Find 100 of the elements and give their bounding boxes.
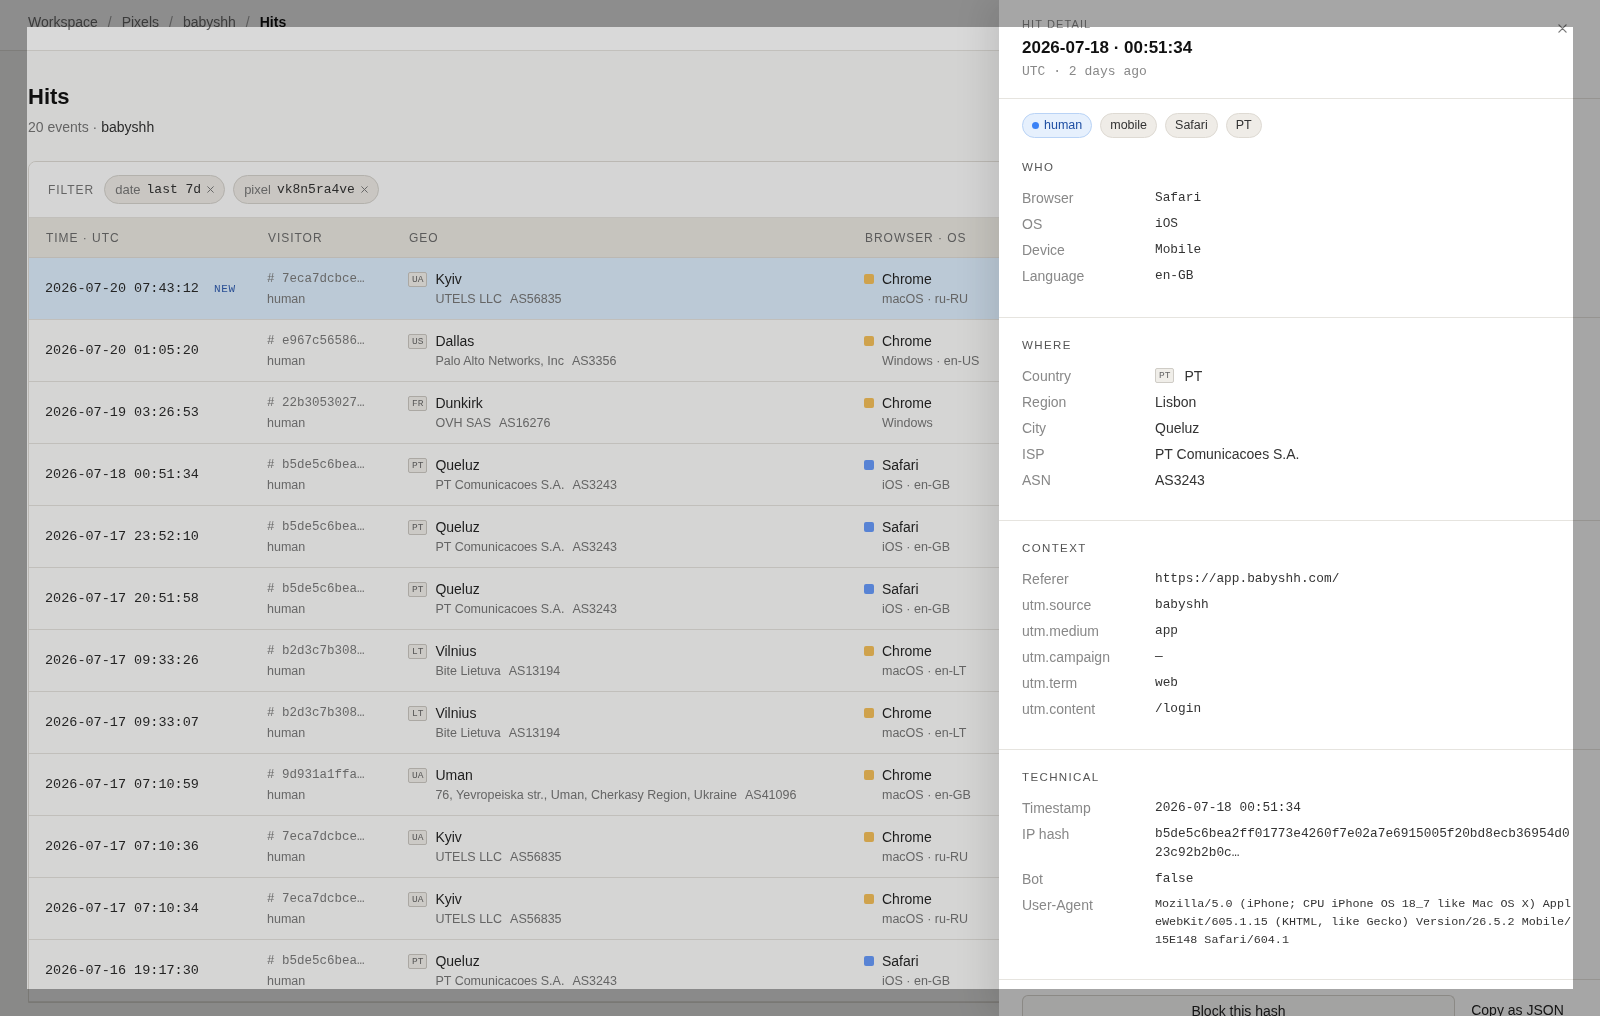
isp-name: Bite Lietuva: [435, 724, 501, 742]
field-value: en-GB: [1155, 268, 1194, 283]
column-header: GEO: [409, 229, 439, 246]
section-heading: CONTEXT: [1022, 540, 1087, 555]
close-button[interactable]: [1556, 22, 1568, 34]
event-count: 20 events ·: [28, 118, 98, 137]
breadcrumb-current: Hits: [259, 13, 287, 32]
city-name: Queluz: [435, 455, 480, 475]
hit-time: 2026-07-17 09:33:07: [45, 713, 199, 732]
field-value: https://app.babyshh.com/: [1155, 571, 1340, 586]
visitor-hash: # b5de5c6bea…: [267, 580, 365, 598]
hit-time: 2026-07-20 07:43:12: [45, 279, 199, 298]
filter-chip[interactable]: date last 7d: [104, 175, 226, 204]
browser-name: Safari: [882, 517, 919, 537]
asn-number: AS3243: [572, 476, 617, 494]
visitor-type: human: [267, 290, 306, 308]
section-heading: WHERE: [1022, 337, 1072, 352]
field-label: Device: [1022, 241, 1065, 258]
filter-chip[interactable]: pixel vk8n5ra4ve: [233, 175, 379, 204]
field-label: utm.content: [1022, 700, 1096, 717]
city-name: Dallas: [435, 331, 475, 351]
drawer-label: HIT DETAIL: [1022, 17, 1092, 31]
country-code-tag: PT: [408, 457, 428, 473]
page-title: Hits: [28, 83, 70, 111]
field-label: City: [1022, 419, 1047, 436]
os-locale: macOS · ru-RU: [882, 290, 969, 308]
visitor-type: human: [267, 352, 306, 370]
country-code-tag: FR: [408, 395, 428, 411]
visitor-type: human: [267, 538, 306, 556]
field-value: Mobile: [1155, 242, 1202, 257]
field-label: utm.source: [1022, 596, 1092, 613]
browser-name: Chrome: [882, 703, 932, 723]
remove-icon: [360, 186, 368, 193]
visitor-hash: # b5de5c6bea…: [267, 952, 365, 970]
tag-chip: mobile: [1100, 112, 1158, 138]
field-label: OS: [1022, 215, 1043, 232]
block-hash-button[interactable]: Block this hash: [1022, 994, 1455, 1016]
os-locale: Windows · en-US: [882, 352, 980, 370]
asn-number: AS13194: [508, 662, 561, 680]
isp-name: OVH SAS: [435, 414, 491, 432]
visitor-hash: # 9d931a1ffa…: [267, 766, 365, 784]
browser-name: Safari: [882, 951, 919, 971]
country-code-tag: PT: [408, 519, 428, 535]
visitor-type: human: [267, 662, 306, 680]
field-value: 2026-07-18 00:51:34: [1155, 800, 1301, 815]
column-header: TIME · UTC: [46, 229, 120, 246]
os-locale: macOS · ru-RU: [882, 910, 969, 928]
hit-time: 2026-07-17 07:10:36: [45, 837, 199, 856]
browser-name: Safari: [882, 579, 919, 599]
os-locale: macOS · en-LT: [882, 662, 967, 680]
column-header: VISITOR: [268, 229, 323, 246]
hit-time: 2026-07-17 09:33:26: [45, 651, 199, 670]
browser-name: Chrome: [882, 889, 932, 909]
asn-number: AS13194: [508, 724, 561, 742]
visitor-hash: # b2d3c7b308…: [267, 642, 365, 660]
field-label: ASN: [1022, 471, 1051, 488]
isp-name: UTELS LLC: [435, 290, 503, 308]
filter-label: FILTER: [48, 181, 95, 198]
country-code-tag: US: [408, 333, 428, 349]
country-code-tag: UA: [408, 891, 428, 907]
visitor-type: human: [267, 724, 306, 742]
field-value: babyshh: [1155, 597, 1209, 612]
city-name: Queluz: [435, 517, 480, 537]
isp-name: PT Comunicacoes S.A.: [435, 972, 565, 990]
field-label: Country: [1022, 367, 1072, 384]
visitor-hash: # b5de5c6bea…: [267, 518, 365, 536]
isp-name: PT Comunicacoes S.A.: [435, 538, 565, 556]
close-icon: [1557, 23, 1567, 33]
hit-time: 2026-07-17 07:10:59: [45, 775, 199, 794]
field-value: web: [1155, 675, 1179, 690]
asn-number: AS56835: [510, 848, 562, 866]
tag-chip: human: [1022, 112, 1093, 138]
city-name: Vilnius: [435, 703, 477, 723]
field-value: b5de5c6bea2ff01773e4260f7e02a7e6915005f20bd8ecb36954d023c92b2b0c…: [1155, 826, 1570, 860]
hit-time: 2026-07-17 23:52:10: [45, 527, 199, 546]
city-name: Kyiv: [435, 889, 462, 909]
field-label: Timestamp: [1022, 799, 1091, 816]
visitor-type: human: [267, 476, 306, 494]
asn-number: AS3356: [571, 352, 617, 370]
os-locale: Windows: [882, 414, 933, 432]
tag-chip: Safari: [1165, 112, 1218, 138]
tag-chip: PT: [1225, 112, 1262, 138]
breadcrumb-separator: /: [107, 13, 112, 32]
os-locale: macOS · en-LT: [882, 724, 967, 742]
city-name: Vilnius: [435, 641, 477, 661]
visitor-hash: # b2d3c7b308…: [267, 704, 365, 722]
city-name: Queluz: [435, 951, 480, 971]
field-value: —: [1155, 649, 1163, 664]
browser-name: Chrome: [882, 331, 932, 351]
breadcrumb-separator: /: [245, 13, 250, 32]
browser-name: Safari: [882, 455, 919, 475]
browser-name: Chrome: [882, 393, 932, 413]
os-locale: iOS · en-GB: [882, 600, 951, 618]
field-label: IP hash: [1022, 825, 1070, 842]
visitor-type: human: [267, 414, 306, 432]
city-name: Queluz: [435, 579, 480, 599]
city-name: Dunkirk: [435, 393, 483, 413]
browser-name: Chrome: [882, 641, 932, 661]
field-label: utm.campaign: [1022, 648, 1110, 665]
isp-name: UTELS LLC: [435, 910, 503, 928]
